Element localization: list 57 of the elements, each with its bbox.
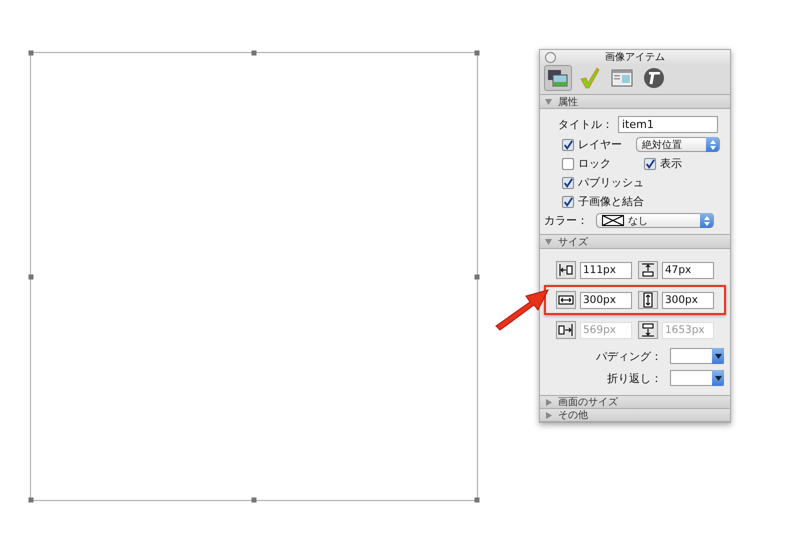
- layer-dropdown[interactable]: 絶対位置: [636, 137, 720, 152]
- checkbox[interactable]: 子画像と結合: [562, 194, 644, 209]
- resize-handle[interactable]: [28, 498, 34, 502]
- disclosure-triangle-icon[interactable]: [544, 237, 553, 246]
- window-icon: [611, 69, 633, 87]
- resize-handle[interactable]: [252, 498, 256, 502]
- checkbox[interactable]: 表示: [644, 156, 682, 171]
- no-color-swatch-icon: [602, 215, 624, 226]
- resize-handle[interactable]: [252, 50, 256, 56]
- disclosure-triangle-icon[interactable]: [544, 398, 553, 406]
- stepper-arrows-icon: [704, 216, 710, 226]
- checkmark-icon: [563, 196, 573, 208]
- section-header[interactable]: 画面のサイズ: [540, 396, 730, 409]
- section-title: 画面のサイズ: [558, 396, 618, 409]
- toolbar-button[interactable]: [544, 65, 572, 91]
- disclosure-triangle-icon[interactable]: [544, 410, 553, 420]
- field-label: 折り返し：: [607, 370, 662, 386]
- checkbox[interactable]: パブリッシュ: [562, 175, 644, 190]
- combo-box[interactable]: [670, 370, 724, 386]
- section-title: サイズ: [558, 236, 588, 248]
- checkmark-icon: [645, 158, 655, 170]
- title-field[interactable]: item1: [618, 116, 718, 132]
- checkbox[interactable]: レイヤー: [562, 137, 622, 152]
- checkbox[interactable]: ロック: [562, 156, 630, 171]
- section-header[interactable]: その他: [540, 409, 730, 422]
- vertical-arrows-icon: [638, 291, 658, 309]
- dimension-field[interactable]: 300px: [580, 292, 632, 308]
- field-label: タイトル：: [558, 116, 613, 132]
- dimension-field[interactable]: 111px: [580, 262, 632, 278]
- text-tool-icon: [643, 67, 665, 89]
- checkmark-icon: [563, 176, 573, 188]
- section-title: 属性: [558, 96, 578, 108]
- field-label: カラー：: [544, 213, 588, 228]
- resize-handle[interactable]: [28, 50, 34, 56]
- resize-handle[interactable]: [28, 274, 34, 279]
- dropdown-arrow-icon: [714, 354, 722, 358]
- dimension-field[interactable]: 300px: [662, 292, 714, 308]
- color-dropdown[interactable]: なし: [596, 213, 714, 228]
- panel-title: 画像アイテム: [605, 51, 665, 64]
- checkmark-icon: [579, 67, 601, 89]
- dropdown-value: なし: [628, 214, 648, 228]
- horizontal-arrows-icon: [556, 291, 576, 309]
- dimension-field[interactable]: 47px: [662, 262, 714, 278]
- resize-handle[interactable]: [474, 498, 480, 502]
- section-header[interactable]: 属性: [540, 95, 730, 109]
- section-header[interactable]: サイズ: [540, 235, 730, 249]
- stepper-arrows-icon: [710, 140, 716, 150]
- close-button[interactable]: [545, 52, 556, 63]
- combo-box[interactable]: [670, 348, 724, 364]
- dropdown-arrow-icon: [714, 376, 722, 380]
- section-title: その他: [558, 409, 588, 422]
- disclosure-triangle-icon[interactable]: [544, 97, 553, 106]
- field-label: パディング：: [596, 348, 662, 364]
- picture-icon: [547, 68, 569, 88]
- resize-handle[interactable]: [474, 50, 480, 56]
- checkmark-icon: [563, 138, 573, 150]
- resize-handle[interactable]: [474, 274, 480, 279]
